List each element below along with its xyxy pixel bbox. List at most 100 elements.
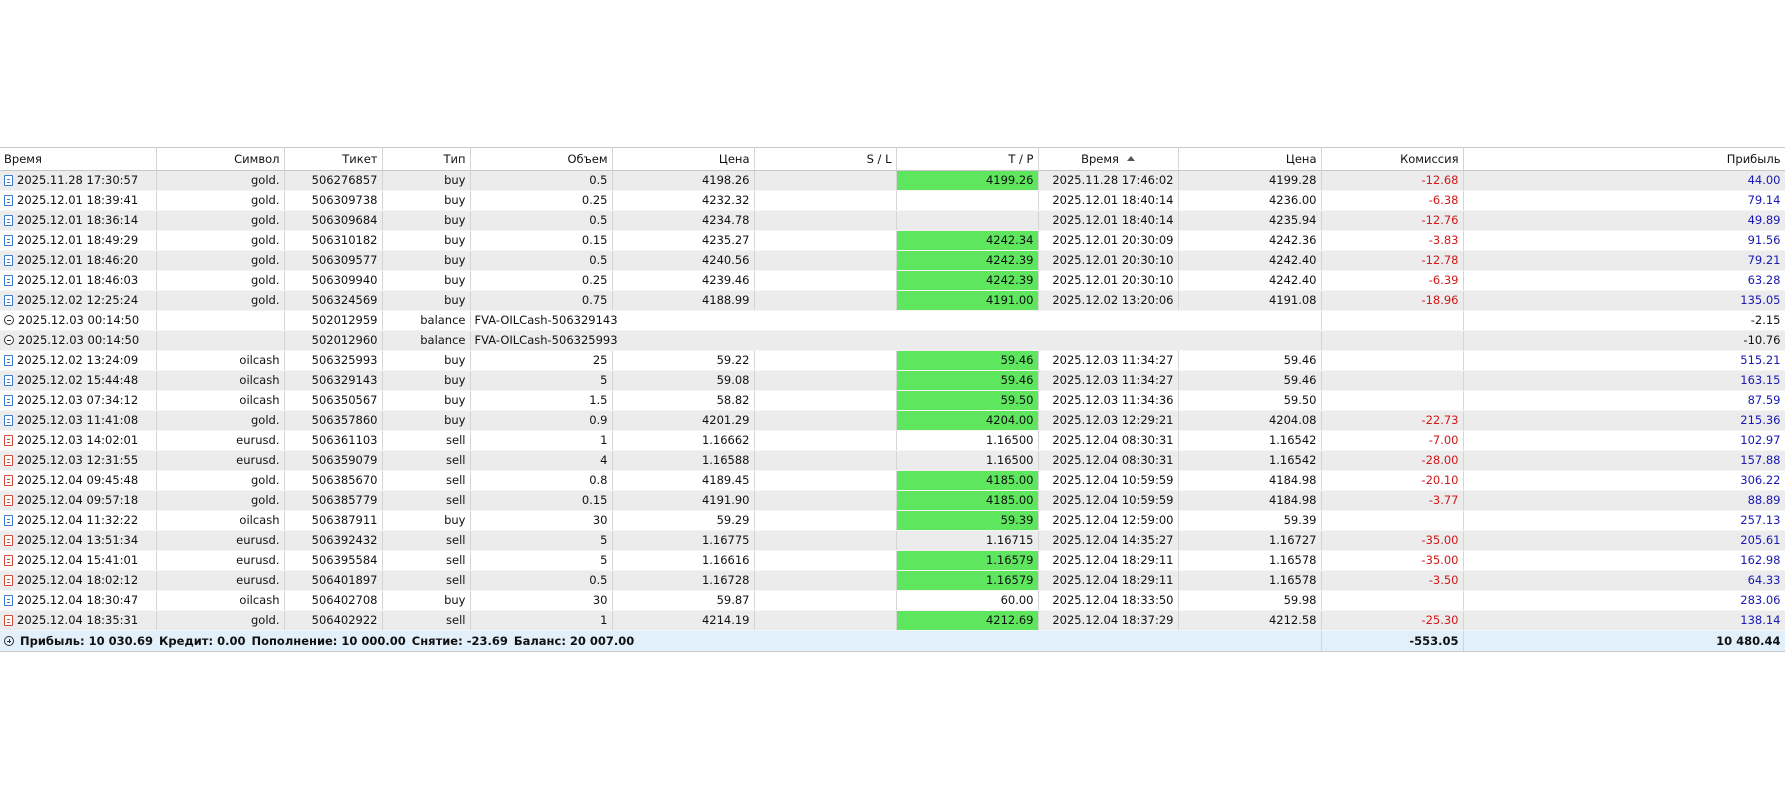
- cell-price: 4240.56: [612, 250, 755, 271]
- cell-tp: 4191.00: [896, 290, 1039, 311]
- col-header-open-time[interactable]: Время: [0, 147, 157, 171]
- col-header-sl[interactable]: S / L: [754, 147, 897, 171]
- cell-sl: [754, 410, 897, 431]
- summary-text: Прибыль: 10 030.69 Кредит: 0.00 Пополнение…: [0, 630, 1322, 652]
- cell-close-price: 4204.08: [1178, 410, 1322, 431]
- table-row[interactable]: 2025.12.04 15:41:01 eurusd. 506395584 sell 5…: [0, 550, 1785, 571]
- table-row[interactable]: 2025.12.01 18:36:14 gold. 506309684 buy 0.5 4…: [0, 210, 1785, 231]
- cell-ticket: 506309738: [284, 190, 383, 211]
- sell-deal-icon: [4, 495, 13, 506]
- cell-tp: 1.16579: [896, 570, 1039, 591]
- table-row[interactable]: 2025.12.03 07:34:12 oilcash 506350567 buy 1.…: [0, 390, 1785, 411]
- table-row[interactable]: 2025.12.02 12:25:24 gold. 506324569 buy 0.75…: [0, 290, 1785, 311]
- col-header-profit[interactable]: Прибыль: [1463, 147, 1785, 171]
- cell-close-price: 4235.94: [1178, 210, 1322, 231]
- cell-close-price: 4242.40: [1178, 270, 1322, 291]
- cell-volume: 30: [470, 590, 613, 611]
- table-row[interactable]: 2025.12.01 18:46:20 gold. 506309577 buy 0.5 4…: [0, 250, 1785, 271]
- cell-type: buy: [382, 350, 471, 371]
- table-row[interactable]: 2025.12.04 09:57:18 gold. 506385779 sell 0.1…: [0, 490, 1785, 511]
- cell-close-price: 4236.00: [1178, 190, 1322, 211]
- table-row[interactable]: 2025.12.04 09:45:48 gold. 506385670 sell 0.8…: [0, 470, 1785, 491]
- cell-price: 58.82: [612, 390, 755, 411]
- cell-profit: -10.76: [1463, 330, 1785, 351]
- cell-type: sell: [382, 610, 471, 631]
- table-row[interactable]: 2025.12.03 00:14:50 502012959 balance FVA-O…: [0, 310, 1785, 331]
- cell-close-time: 2025.12.01 20:30:09: [1038, 230, 1179, 251]
- cell-profit: 49.89: [1463, 210, 1785, 231]
- cell-commission: [1321, 510, 1464, 531]
- cell-ticket: 506276857: [284, 170, 383, 191]
- cell-price: 1.16662: [612, 430, 755, 451]
- cell-open-time: 2025.12.04 09:57:18: [0, 490, 157, 511]
- cell-commission: -20.10: [1321, 470, 1464, 491]
- cell-symbol: gold.: [156, 210, 285, 231]
- summary-total-commission: -553.05: [1321, 630, 1464, 652]
- cell-open-time: 2025.12.01 18:49:29: [0, 230, 157, 251]
- cell-sl: [754, 590, 897, 611]
- col-header-volume[interactable]: Объем: [470, 147, 613, 171]
- table-row[interactable]: 2025.12.03 12:31:55 eurusd. 506359079 sell 4…: [0, 450, 1785, 471]
- cell-sl: [754, 610, 897, 631]
- cell-ticket: 506309684: [284, 210, 383, 231]
- table-row[interactable]: 2025.12.03 14:02:01 eurusd. 506361103 sell 1…: [0, 430, 1785, 451]
- table-row[interactable]: 2025.12.04 18:02:12 eurusd. 506401897 sell 0…: [0, 570, 1785, 591]
- open-time-text: 2025.12.04 13:51:34: [17, 533, 139, 547]
- table-row[interactable]: 2025.12.03 00:14:50 502012960 balance FVA-O…: [0, 330, 1785, 351]
- cell-commission: -6.38: [1321, 190, 1464, 211]
- table-row[interactable]: 2025.12.03 11:41:08 gold. 506357860 buy 0.9 4…: [0, 410, 1785, 431]
- sort-ascending-icon: [1126, 156, 1135, 161]
- buy-deal-icon: [4, 375, 13, 386]
- cell-price: 59.08: [612, 370, 755, 391]
- table-row[interactable]: 2025.12.01 18:39:41 gold. 506309738 buy 0.25…: [0, 190, 1785, 211]
- summary-deposit: Пополнение: 10 000.00: [251, 634, 406, 648]
- col-header-price[interactable]: Цена: [612, 147, 755, 171]
- col-header-symbol[interactable]: Символ: [156, 147, 285, 171]
- summary-total-profit: 10 480.44: [1463, 630, 1785, 652]
- table-row[interactable]: 2025.12.02 13:24:09 oilcash 506325993 buy 25…: [0, 350, 1785, 371]
- open-time-text: 2025.11.28 17:30:57: [17, 173, 139, 187]
- cell-commission: -6.39: [1321, 270, 1464, 291]
- cell-tp: 1.16500: [896, 450, 1039, 471]
- cell-profit: 306.22: [1463, 470, 1785, 491]
- col-header-type[interactable]: Тип: [382, 147, 471, 171]
- cell-open-time: 2025.12.04 18:02:12: [0, 570, 157, 591]
- cell-symbol: oilcash: [156, 390, 285, 411]
- cell-sl: [754, 390, 897, 411]
- cell-price: 4214.19: [612, 610, 755, 631]
- cell-profit: 283.06: [1463, 590, 1785, 611]
- table-row[interactable]: 2025.11.28 17:30:57 gold. 506276857 buy 0.5 4…: [0, 170, 1785, 191]
- table-row[interactable]: 2025.12.01 18:46:03 gold. 506309940 buy 0.25…: [0, 270, 1785, 291]
- col-header-commission[interactable]: Комиссия: [1321, 147, 1464, 171]
- cell-ticket: 506310182: [284, 230, 383, 251]
- cell-type: buy: [382, 170, 471, 191]
- cell-type: buy: [382, 390, 471, 411]
- cell-tp: 4242.39: [896, 250, 1039, 271]
- buy-deal-icon: [4, 255, 13, 266]
- cell-tp: 4199.26: [896, 170, 1039, 191]
- cell-type: buy: [382, 410, 471, 431]
- table-row[interactable]: 2025.12.04 13:51:34 eurusd. 506392432 sell 5…: [0, 530, 1785, 551]
- col-header-ticket[interactable]: Тикет: [284, 147, 383, 171]
- cell-symbol: gold.: [156, 190, 285, 211]
- cell-open-time: 2025.12.01 18:46:20: [0, 250, 157, 271]
- col-header-close-price[interactable]: Цена: [1178, 147, 1322, 171]
- buy-deal-icon: [4, 215, 13, 226]
- cell-open-time: 2025.12.03 07:34:12: [0, 390, 157, 411]
- table-row[interactable]: 2025.12.04 18:30:47 oilcash 506402708 buy 30…: [0, 590, 1785, 611]
- cell-type: buy: [382, 590, 471, 611]
- table-row[interactable]: 2025.12.02 15:44:48 oilcash 506329143 buy 5 5…: [0, 370, 1785, 391]
- table-row[interactable]: 2025.12.04 11:32:22 oilcash 506387911 buy 30…: [0, 510, 1785, 531]
- col-header-tp[interactable]: T / P: [896, 147, 1039, 171]
- buy-deal-icon: [4, 355, 13, 366]
- cell-volume: 0.5: [470, 570, 613, 591]
- table-row[interactable]: 2025.12.04 18:35:31 gold. 506402922 sell 1 42…: [0, 610, 1785, 631]
- cell-comment: FVA-OILCash-506329143: [470, 310, 1322, 331]
- cell-symbol: oilcash: [156, 510, 285, 531]
- cell-symbol: oilcash: [156, 590, 285, 611]
- col-header-close-time[interactable]: Время: [1038, 147, 1179, 171]
- table-row[interactable]: 2025.12.01 18:49:29 gold. 506310182 buy 0.15…: [0, 230, 1785, 251]
- cell-sl: [754, 470, 897, 491]
- open-time-text: 2025.12.04 15:41:01: [17, 553, 139, 567]
- expand-plus-icon[interactable]: [4, 636, 14, 646]
